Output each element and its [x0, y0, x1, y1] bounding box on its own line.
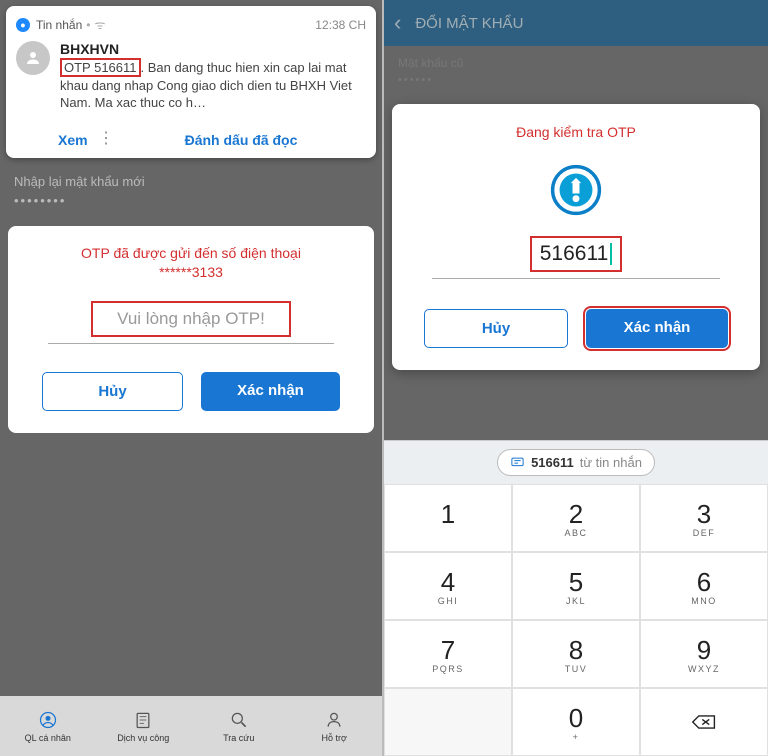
avatar-icon [16, 41, 50, 75]
sms-more-icon[interactable]: ⋮ [96, 132, 116, 148]
page-title: ĐỔI MẬT KHẨU [415, 15, 523, 32]
phone-screen-left: ● Tin nhắn • ᯤ 12:38 CH BHXHVN OTP 51661… [0, 0, 384, 756]
otp-sent-message: OTP đã được gửi đến số điện thoại ******… [22, 244, 360, 283]
nav-lookup[interactable]: Tra cứu [191, 696, 287, 756]
back-icon[interactable]: ‹ [394, 10, 401, 36]
key-9[interactable]: 9WXYZ [640, 620, 768, 688]
sms-app-icon: ● [16, 18, 30, 32]
key-8[interactable]: 8TUV [512, 620, 640, 688]
otp-suggestion-chip[interactable]: 516611 từ tin nhắn [497, 449, 655, 476]
app-header: ‹ ĐỔI MẬT KHẨU [384, 0, 768, 46]
message-icon [510, 455, 525, 470]
sms-view-button[interactable]: Xem [16, 132, 96, 148]
phone-screen-right: ‹ ĐỔI MẬT KHẨU Mật khẩu cũ •••••• Đang k… [384, 0, 768, 756]
background-form-field: Nhập lại mật khẩu mới •••••••• [0, 164, 382, 218]
bottom-nav: QL cá nhân Dịch vụ công Tra cứu Hỗ trợ [0, 696, 382, 756]
numeric-keypad: 1 2ABC 3DEF 4GHI 5JKL 6MNO 7PQRS 8TUV 9W… [384, 484, 768, 756]
key-7[interactable]: 7PQRS [384, 620, 512, 688]
nav-personal[interactable]: QL cá nhân [0, 696, 96, 756]
key-4[interactable]: 4GHI [384, 552, 512, 620]
otp-entry-card: OTP đã được gửi đến số điện thoại ******… [8, 226, 374, 433]
key-blank [384, 688, 512, 756]
sms-mark-read-button[interactable]: Đánh dấu đã đọc [116, 132, 366, 148]
sms-sender: BHXHVN [60, 41, 366, 57]
sms-message: OTP 516611. Ban dang thuc hien xin cap l… [60, 59, 366, 112]
key-5[interactable]: 5JKL [512, 552, 640, 620]
sms-header: ● Tin nhắn • ᯤ 12:38 CH [16, 16, 366, 33]
cancel-button[interactable]: Hủy [42, 372, 183, 411]
otp-value-input[interactable]: 516611 [530, 236, 623, 272]
otp-verify-card: Đang kiểm tra OTP 516611 Hủy Xác nhận [392, 104, 760, 370]
sms-notification-card[interactable]: ● Tin nhắn • ᯤ 12:38 CH BHXHVN OTP 51661… [6, 6, 376, 158]
keyboard-suggestion-bar: 516611 từ tin nhắn [384, 440, 768, 484]
sms-time: 12:38 CH [315, 18, 366, 32]
background-old-password-field: Mật khẩu cũ •••••• [384, 46, 768, 96]
confirm-button[interactable]: Xác nhận [586, 309, 728, 348]
key-3[interactable]: 3DEF [640, 484, 768, 552]
confirm-button[interactable]: Xác nhận [201, 372, 340, 411]
key-2[interactable]: 2ABC [512, 484, 640, 552]
sms-app-name: Tin nhắn [36, 18, 82, 32]
backspace-icon [691, 712, 717, 732]
bhxh-logo-icon [550, 164, 602, 216]
key-1[interactable]: 1 [384, 484, 512, 552]
cancel-button[interactable]: Hủy [424, 309, 568, 348]
nav-services[interactable]: Dịch vụ công [96, 696, 192, 756]
key-0[interactable]: 0+ [512, 688, 640, 756]
otp-checking-title: Đang kiểm tra OTP [406, 124, 746, 140]
key-6[interactable]: 6MNO [640, 552, 768, 620]
nav-support[interactable]: Hỗ trợ [287, 696, 383, 756]
text-cursor [610, 243, 612, 265]
otp-input[interactable]: Vui lòng nhập OTP! [91, 301, 291, 337]
sms-otp-highlight: OTP 516611 [60, 58, 141, 77]
key-backspace[interactable] [640, 688, 768, 756]
